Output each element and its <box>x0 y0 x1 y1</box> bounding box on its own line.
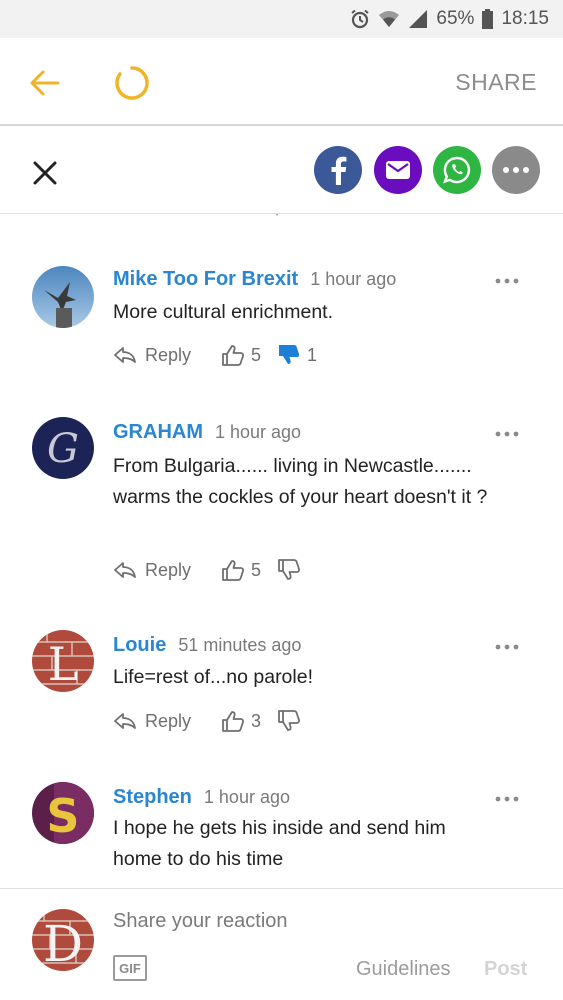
more-share-button[interactable] <box>492 146 540 194</box>
app-bar: SHARE <box>0 38 563 126</box>
thumbs-up-icon <box>222 711 245 732</box>
reply-icon <box>114 713 136 729</box>
comment-text: I hope he gets his inside and send him h… <box>113 817 446 870</box>
comment-text: From Bulgaria...... living in Newcastle.… <box>113 455 488 508</box>
reply-button[interactable]: Reply <box>113 345 191 366</box>
thumbs-up-icon <box>222 345 245 366</box>
comment-username[interactable]: Louie 51 minutes ago <box>113 634 301 657</box>
whatsapp-share-button[interactable] <box>433 146 481 194</box>
more-dots-icon <box>503 167 529 173</box>
battery-percent: 65% <box>436 8 475 29</box>
comment-text: More cultural enrichment. <box>113 301 334 323</box>
status-bar: 65% 18:15 <box>0 0 563 38</box>
wifi-icon <box>379 11 400 27</box>
comment-menu-icon[interactable] <box>495 643 519 651</box>
comment-menu-icon[interactable] <box>495 795 519 803</box>
signal-icon <box>409 10 428 28</box>
reply-icon <box>114 347 136 363</box>
svg-text:D: D <box>43 915 83 971</box>
dislike-button[interactable] <box>277 709 307 733</box>
facebook-share-button[interactable] <box>314 146 362 194</box>
comment-timestamp: 1 hour ago <box>203 787 290 807</box>
alarm-icon <box>351 9 370 29</box>
like-button[interactable]: 5 <box>221 343 261 367</box>
thumbs-down-icon <box>278 710 301 731</box>
comment-menu-icon[interactable] <box>495 430 519 438</box>
clock: 18:15 <box>501 8 549 29</box>
comment-username[interactable]: Stephen 1 hour ago <box>113 786 290 809</box>
thumbs-down-icon <box>279 345 300 364</box>
svg-text:G: G <box>47 426 79 472</box>
guidelines-link[interactable]: Guidelines <box>356 958 451 981</box>
comment-composer: D Share your reaction GIF Guidelines Pos… <box>0 888 563 1000</box>
comment-timestamp: 1 hour ago <box>215 422 302 442</box>
post-button[interactable]: Post <box>484 958 527 981</box>
reply-icon <box>114 562 136 578</box>
clipped-previous-comment-actions <box>164 214 279 217</box>
loading-spinner-icon <box>115 66 149 100</box>
like-count: 3 <box>251 710 262 731</box>
reply-button[interactable]: Reply <box>113 711 191 732</box>
battery-icon <box>482 9 494 29</box>
comment-text: Life=rest of...no parole! <box>113 666 313 688</box>
close-icon[interactable] <box>32 160 58 186</box>
comment-actions: Reply 3 <box>113 708 307 734</box>
avatar[interactable]: L <box>32 630 94 692</box>
dislike-button[interactable]: 1 <box>277 343 317 367</box>
avatar[interactable] <box>32 266 94 328</box>
thumbs-up-icon <box>222 560 245 581</box>
comment-username[interactable]: GRAHAM 1 hour ago <box>113 421 301 444</box>
whatsapp-icon <box>443 156 471 184</box>
facebook-icon <box>331 156 347 185</box>
like-button[interactable]: 3 <box>221 709 261 733</box>
comment-actions: Reply 5 1 <box>113 342 317 368</box>
share-bar <box>0 128 563 214</box>
back-arrow-icon[interactable] <box>28 66 62 100</box>
like-count: 5 <box>251 559 262 580</box>
email-share-button[interactable] <box>374 146 422 194</box>
thumbs-down-icon <box>278 559 301 580</box>
svg-text:L: L <box>48 637 79 691</box>
comment-menu-icon[interactable] <box>495 277 519 285</box>
comment-feed[interactable]: Mike Too For Brexit 1 hour ago More cultu… <box>0 214 563 887</box>
svg-text:S: S <box>46 789 79 843</box>
avatar: D <box>32 909 94 971</box>
comment-timestamp: 51 minutes ago <box>178 635 302 655</box>
like-count: 5 <box>251 344 262 365</box>
dislike-count: 1 <box>307 344 318 365</box>
dislike-button[interactable] <box>277 558 307 582</box>
comment-username[interactable]: Mike Too For Brexit 1 hour ago <box>113 268 396 291</box>
reaction-input[interactable]: Share your reaction <box>113 910 288 933</box>
reply-button[interactable]: Reply <box>113 560 191 581</box>
avatar[interactable]: S <box>32 782 94 844</box>
gif-button[interactable]: GIF <box>113 955 147 981</box>
comment-actions: Reply 5 <box>113 557 307 583</box>
comment-timestamp: 1 hour ago <box>310 269 397 289</box>
like-button[interactable]: 5 <box>221 558 261 582</box>
mail-icon <box>386 161 410 179</box>
share-button[interactable]: SHARE <box>455 69 537 96</box>
avatar[interactable]: G <box>32 417 94 479</box>
